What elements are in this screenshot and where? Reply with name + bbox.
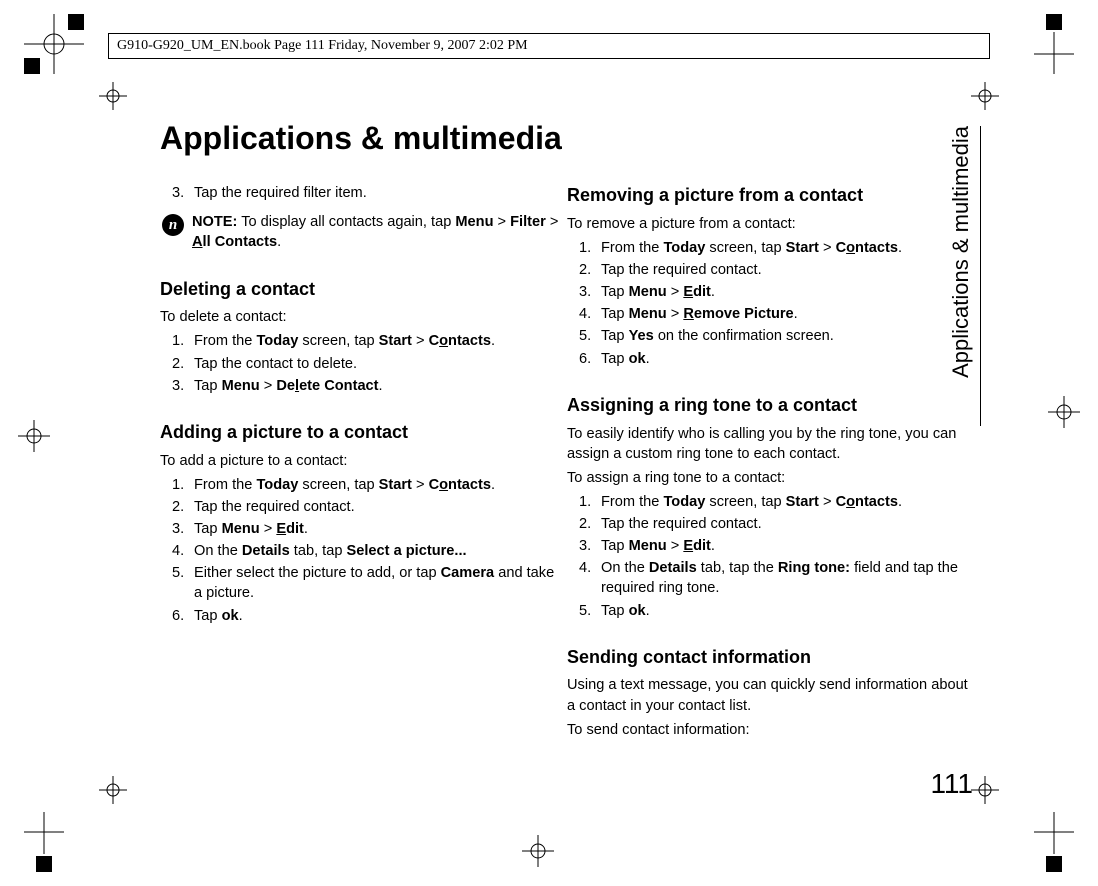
send-para: Using a text message, you can quickly se… xyxy=(567,675,970,715)
delete-step-2: 2.Tap the contact to delete. xyxy=(160,354,561,374)
ring-step-3: 3.Tap Menu > Edit. xyxy=(567,536,970,556)
send-heading: Sending contact information xyxy=(567,645,970,670)
ring-para: To easily identify who is calling you by… xyxy=(567,424,970,464)
add-step-3: 3.Tap Menu > Edit. xyxy=(160,519,561,539)
adding-lead: To add a picture to a contact: xyxy=(160,451,561,471)
cropmark-bottom-right-icon xyxy=(1034,812,1074,872)
removing-lead: To remove a picture from a contact: xyxy=(567,214,970,234)
rem-step-3: 3.Tap Menu > Edit. xyxy=(567,282,970,302)
deleting-heading: Deleting a contact xyxy=(160,277,561,302)
add-step-2: 2.Tap the required contact. xyxy=(160,497,561,517)
page-title: Applications & multimedia xyxy=(160,120,970,157)
rem-step-5: 5.Tap Yes on the confirmation screen. xyxy=(567,326,970,346)
cropmark-inner-tl-icon xyxy=(99,82,127,110)
delete-step-1: 1.From the Today screen, tap Start > Con… xyxy=(160,331,561,351)
send-lead: To send contact information: xyxy=(567,720,970,740)
ring-step-5: 5.Tap ok. xyxy=(567,601,970,621)
rem-step-2: 2.Tap the required contact. xyxy=(567,260,970,280)
side-section-label: Applications & multimedia xyxy=(980,126,981,426)
cropmark-top-right-icon xyxy=(1034,14,1074,74)
add-step-6: 6.Tap ok. xyxy=(160,606,561,626)
ring-lead: To assign a ring tone to a contact: xyxy=(567,468,970,488)
ring-step-4: 4.On the Details tab, tap the Ring tone:… xyxy=(567,558,970,598)
ring-heading: Assigning a ring tone to a contact xyxy=(567,393,970,418)
note-text: NOTE: To display all contacts again, tap… xyxy=(192,213,561,252)
cropmark-inner-br-icon xyxy=(971,776,999,804)
cropmark-bottom-left-icon xyxy=(24,812,64,872)
deleting-lead: To delete a contact: xyxy=(160,307,561,327)
ring-step-1: 1.From the Today screen, tap Start > Con… xyxy=(567,492,970,512)
removing-heading: Removing a picture from a contact xyxy=(567,183,970,208)
adding-heading: Adding a picture to a contact xyxy=(160,420,561,445)
cropmark-inner-tr-icon xyxy=(971,82,999,110)
delete-step-3: 3.Tap Menu > Delete Contact. xyxy=(160,376,561,396)
book-header-line: G910-G920_UM_EN.book Page 111 Friday, No… xyxy=(108,33,990,59)
page-content: Applications & multimedia 3.Tap the requ… xyxy=(160,120,970,820)
left-column: 3.Tap the required filter item. n NOTE: … xyxy=(160,183,561,744)
add-step-5: 5.Either select the picture to add, or t… xyxy=(160,563,561,603)
rem-step-4: 4.Tap Menu > Remove Picture. xyxy=(567,304,970,324)
sidemark-right-icon xyxy=(1048,396,1080,433)
rem-step-6: 6.Tap ok. xyxy=(567,349,970,369)
add-step-1: 1.From the Today screen, tap Start > Con… xyxy=(160,475,561,495)
note-icon: n xyxy=(162,214,184,236)
cropmark-top-left-icon xyxy=(24,14,84,74)
ring-step-2: 2.Tap the required contact. xyxy=(567,514,970,534)
sidemark-left-icon xyxy=(18,420,50,457)
cropmark-inner-bl-icon xyxy=(99,776,127,804)
filter-step-3: 3.Tap the required filter item. xyxy=(160,183,561,203)
note-box: n NOTE: To display all contacts again, t… xyxy=(162,213,561,252)
rem-step-1: 1.From the Today screen, tap Start > Con… xyxy=(567,238,970,258)
add-step-4: 4.On the Details tab, tap Select a pictu… xyxy=(160,541,561,561)
sidemark-bottom-icon xyxy=(522,835,554,872)
right-column: Removing a picture from a contact To rem… xyxy=(567,183,970,744)
